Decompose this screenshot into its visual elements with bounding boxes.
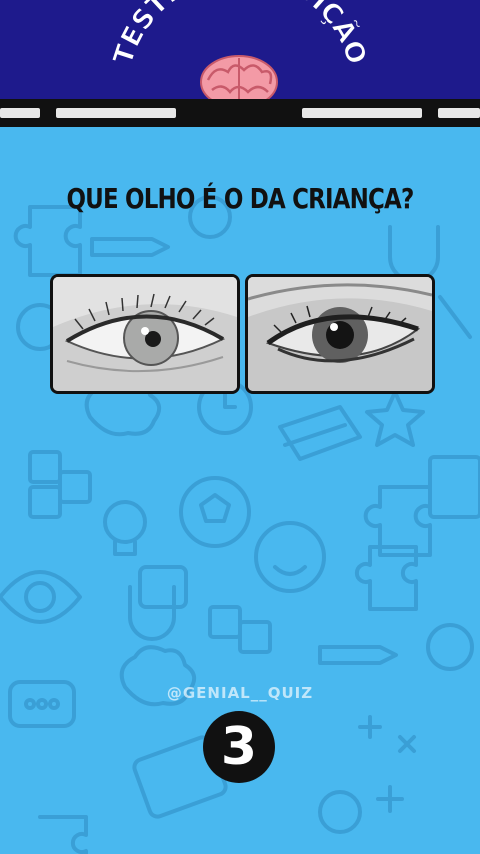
countdown-timer: 3 xyxy=(203,711,275,783)
bar-segment xyxy=(302,108,422,118)
bar-segment xyxy=(0,108,40,118)
watermark-handle: @GENIAL__QUIZ xyxy=(166,684,314,702)
bar-segment xyxy=(438,108,480,118)
eye-option-1[interactable] xyxy=(50,274,240,394)
light-eye-photo xyxy=(53,277,237,391)
question-text: QUE OLHO É O DA CRIANÇA? xyxy=(66,182,414,215)
progress-bar xyxy=(0,99,480,127)
dark-eye-photo xyxy=(248,277,432,391)
bar-segment xyxy=(56,108,176,118)
eye-option-2[interactable] xyxy=(245,274,435,394)
